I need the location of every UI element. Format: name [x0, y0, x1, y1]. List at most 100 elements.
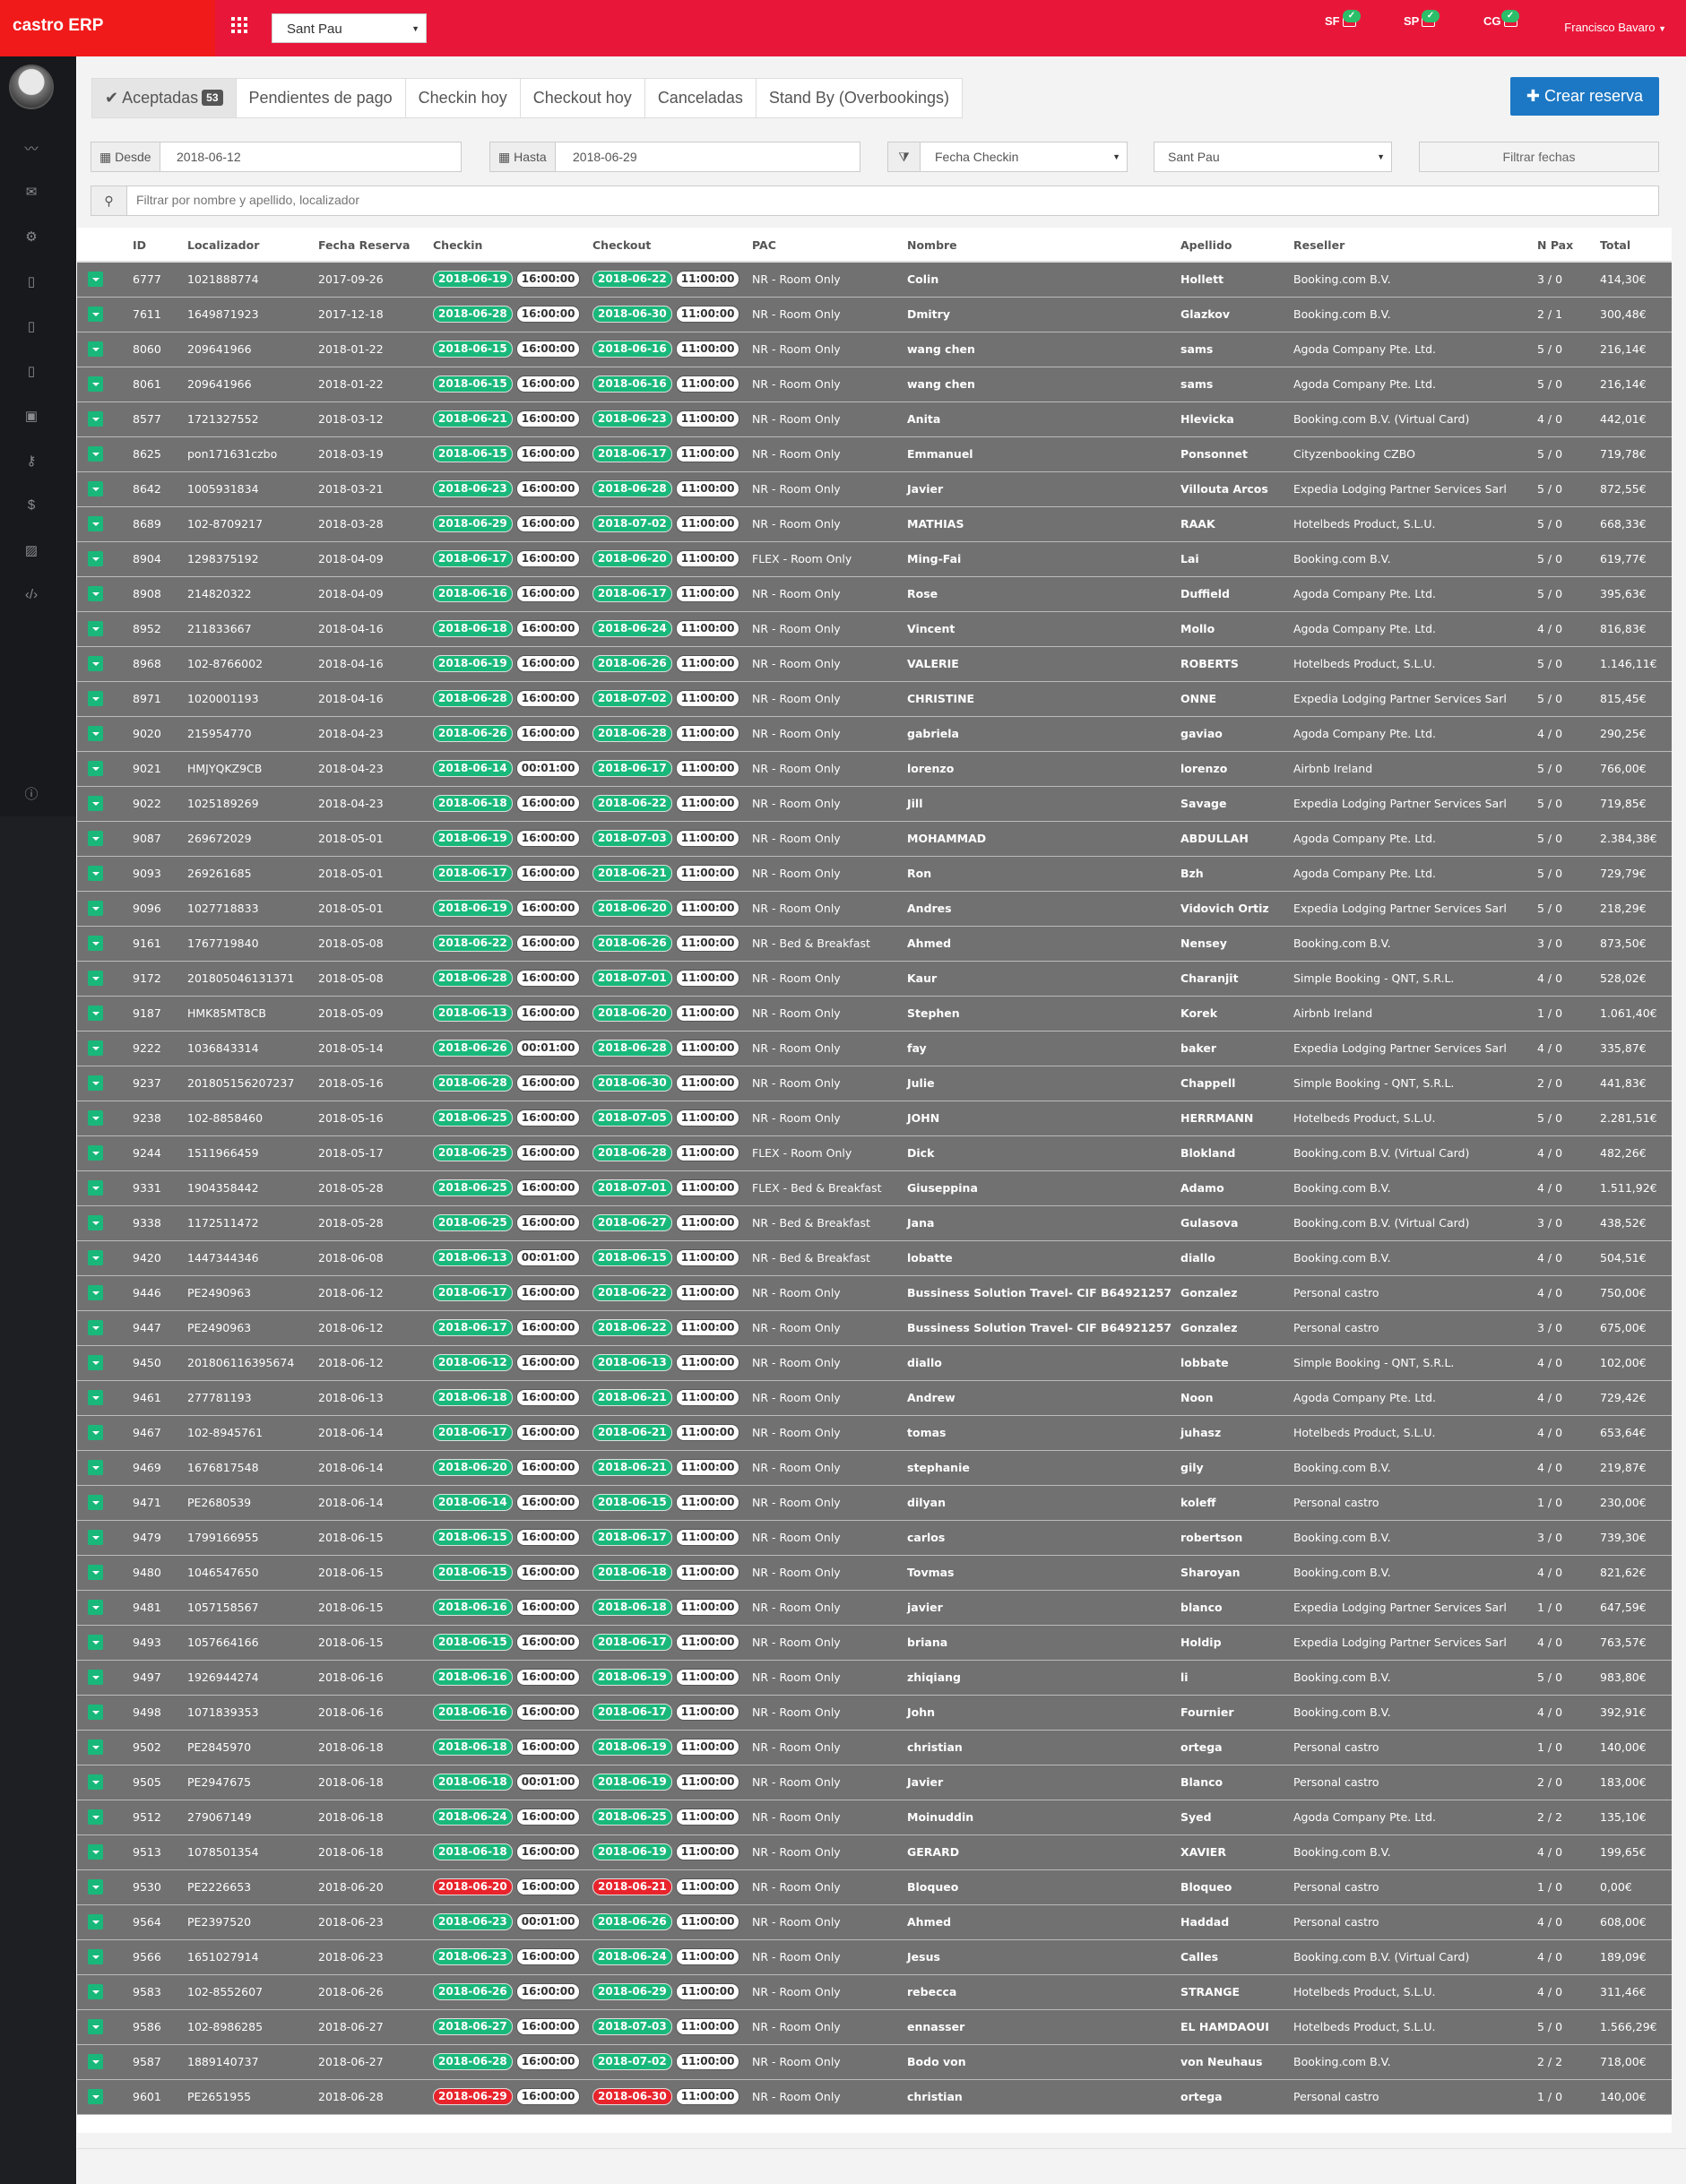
user-menu[interactable]: Francisco Bavaro ▼	[1564, 21, 1666, 34]
chevron-down-icon[interactable]	[88, 341, 103, 357]
info-icon[interactable]: ⓘ	[22, 784, 40, 803]
image-icon[interactable]: ▨	[22, 542, 40, 558]
table-row[interactable]: 9450 201806116395674 2018-06-12 2018-06-12 1…	[77, 1345, 1672, 1380]
table-row[interactable]: 9338 1172511472 2018-05-28 2018-06-25 16:00:…	[77, 1205, 1672, 1240]
table-row[interactable]: 9583 102-8552607 2018-06-26 2018-06-26 16:00…	[77, 1974, 1672, 2009]
chevron-down-icon[interactable]	[88, 1879, 103, 1895]
table-row[interactable]: 9498 1071839353 2018-06-16 2018-06-16 16:00:…	[77, 1695, 1672, 1730]
table-row[interactable]: 9420 1447344346 2018-06-08 2018-06-13 00:01:…	[77, 1240, 1672, 1275]
chevron-down-icon[interactable]	[88, 1495, 103, 1510]
column-header[interactable]: N Pax	[1530, 229, 1593, 263]
chevron-down-icon[interactable]	[88, 726, 103, 741]
table-row[interactable]: 9586 102-8986285 2018-06-27 2018-06-27 16:00…	[77, 2009, 1672, 2044]
table-row[interactable]: 9493 1057664166 2018-06-15 2018-06-15 16:00:…	[77, 1625, 1672, 1660]
tab-checkin-hoy[interactable]: Checkin hoy	[406, 79, 521, 117]
chevron-down-icon[interactable]	[88, 2054, 103, 2069]
table-row[interactable]: 9505 PE2947675 2018-06-18 2018-06-18 00:01:0…	[77, 1765, 1672, 1800]
column-header[interactable]: Checkout	[585, 229, 745, 263]
create-reservation-button[interactable]: ✚ Crear reserva	[1510, 77, 1659, 116]
chevron-down-icon[interactable]	[88, 376, 103, 392]
chevron-down-icon[interactable]	[88, 1914, 103, 1929]
chevron-down-icon[interactable]	[88, 1215, 103, 1230]
tab-pendientes-de-pago[interactable]: Pendientes de pago	[237, 79, 406, 117]
column-header[interactable]: Localizador	[180, 229, 311, 263]
property-sp[interactable]: SP ✓	[1404, 10, 1440, 41]
chevron-down-icon[interactable]	[88, 1844, 103, 1860]
table-row[interactable]: 8908 214820322 2018-04-09 2018-06-16 16:00:0…	[77, 576, 1672, 611]
table-row[interactable]: 9187 HMK85MT8CB 2018-05-09 2018-06-13 16:00:…	[77, 996, 1672, 1031]
tab-stand-by[interactable]: Stand By (Overbookings)	[757, 79, 962, 117]
chevron-down-icon[interactable]	[88, 1949, 103, 1964]
code-icon[interactable]: ‹/›	[22, 587, 40, 602]
table-row[interactable]: 9502 PE2845970 2018-06-18 2018-06-18 16:00:0…	[77, 1730, 1672, 1765]
chevron-down-icon[interactable]	[88, 1635, 103, 1650]
mail-icon[interactable]: ✉	[22, 184, 40, 200]
chevron-down-icon[interactable]	[88, 1285, 103, 1300]
column-header[interactable]: PAC	[745, 229, 900, 263]
chevron-down-icon[interactable]	[88, 1110, 103, 1126]
building-icon[interactable]: ▯	[22, 318, 40, 334]
table-row[interactable]: 8904 1298375192 2018-04-09 2018-06-17 16:00:…	[77, 541, 1672, 576]
table-row[interactable]: 9479 1799166955 2018-06-15 2018-06-15 16:00:…	[77, 1520, 1672, 1555]
table-row[interactable]: 9480 1046547650 2018-06-15 2018-06-15 16:00:…	[77, 1555, 1672, 1590]
date-from-field[interactable]: ▦ Desde 2018-06-12	[91, 142, 462, 172]
property-sf[interactable]: SF ✓	[1325, 10, 1361, 41]
chevron-down-icon[interactable]	[88, 1460, 103, 1475]
chevron-down-icon[interactable]	[88, 1774, 103, 1790]
chevron-down-icon[interactable]	[88, 691, 103, 706]
table-row[interactable]: 6777 1021888774 2017-09-26 2018-06-19 16:00:…	[77, 262, 1672, 297]
chevron-down-icon[interactable]	[88, 621, 103, 636]
table-row[interactable]: 7611 1649871923 2017-12-18 2018-06-28 16:00:…	[77, 297, 1672, 332]
chevron-down-icon[interactable]	[88, 1600, 103, 1615]
table-row[interactable]: 9021 HMJYQKZ9CB 2018-04-23 2018-06-14 00:01:…	[77, 751, 1672, 786]
table-row[interactable]: 8060 209641966 2018-01-22 2018-06-15 16:00:0…	[77, 332, 1672, 367]
chevron-down-icon[interactable]	[88, 1739, 103, 1755]
chevron-down-icon[interactable]	[88, 306, 103, 322]
tab-canceladas[interactable]: Canceladas	[645, 79, 757, 117]
filter-dates-button[interactable]: Filtrar fechas	[1419, 142, 1659, 172]
table-row[interactable]: 8968 102-8766002 2018-04-16 2018-06-19 16:00…	[77, 646, 1672, 681]
apps-grid-icon[interactable]	[231, 17, 247, 33]
chevron-down-icon[interactable]	[88, 901, 103, 916]
table-row[interactable]: 9481 1057158567 2018-06-15 2018-06-16 16:00:…	[77, 1590, 1672, 1625]
table-row[interactable]: 9447 PE2490963 2018-06-12 2018-06-17 16:00:0…	[77, 1310, 1672, 1345]
chevron-down-icon[interactable]	[88, 516, 103, 531]
table-row[interactable]: 9566 1651027914 2018-06-23 2018-06-23 16:00:…	[77, 1939, 1672, 1974]
chevron-down-icon[interactable]	[88, 411, 103, 427]
dashboard-chart-icon[interactable]: 〰	[22, 139, 40, 158]
table-row[interactable]: 9512 279067149 2018-06-18 2018-06-24 16:00:0…	[77, 1800, 1672, 1834]
chevron-down-icon[interactable]	[88, 1075, 103, 1091]
chevron-down-icon[interactable]	[88, 936, 103, 951]
chevron-down-icon[interactable]	[88, 446, 103, 462]
chevron-down-icon[interactable]	[88, 1984, 103, 1999]
table-row[interactable]: 9446 PE2490963 2018-06-12 2018-06-17 16:00:0…	[77, 1275, 1672, 1310]
hotel-filter-select[interactable]: Sant Pau ▼	[1154, 142, 1392, 172]
table-row[interactable]: 9020 215954770 2018-04-23 2018-06-26 16:00:0…	[77, 716, 1672, 751]
table-row[interactable]: 9161 1767719840 2018-05-08 2018-06-22 16:00:…	[77, 926, 1672, 961]
table-row[interactable]: 9331 1904358442 2018-05-28 2018-06-25 16:00:…	[77, 1170, 1672, 1205]
key-icon[interactable]: ⚷	[22, 453, 40, 469]
chevron-down-icon[interactable]	[88, 1670, 103, 1685]
chevron-down-icon[interactable]	[88, 586, 103, 601]
chevron-down-icon[interactable]	[88, 551, 103, 566]
table-row[interactable]: 9513 1078501354 2018-06-18 2018-06-18 16:00:…	[77, 1834, 1672, 1869]
avatar[interactable]	[9, 65, 54, 109]
chevron-down-icon[interactable]	[88, 481, 103, 496]
building-icon[interactable]: ▯	[22, 273, 40, 289]
table-row[interactable]: 9237 201805156207237 2018-05-16 2018-06-28 1…	[77, 1066, 1672, 1101]
column-header[interactable]: Checkin	[426, 229, 585, 263]
search-input[interactable]	[136, 193, 1570, 207]
table-row[interactable]: 9222 1036843314 2018-05-14 2018-06-26 00:01:…	[77, 1031, 1672, 1066]
property-cg[interactable]: CG ✓	[1483, 10, 1519, 41]
chevron-down-icon[interactable]	[88, 1320, 103, 1335]
app-brand[interactable]: castro ERP	[0, 0, 215, 56]
table-row[interactable]: 8625 pon171631czbo 2018-03-19 2018-06-15 16:…	[77, 436, 1672, 471]
chevron-down-icon[interactable]	[88, 656, 103, 671]
chevron-down-icon[interactable]	[88, 761, 103, 776]
building-icon[interactable]: ▯	[22, 363, 40, 379]
table-row[interactable]: 9530 PE2226653 2018-06-20 2018-06-20 16:00:0…	[77, 1869, 1672, 1904]
table-row[interactable]: 9172 201805046131371 2018-05-08 2018-06-28 1…	[77, 961, 1672, 996]
chevron-down-icon[interactable]	[88, 2019, 103, 2034]
chevron-down-icon[interactable]	[88, 1145, 103, 1161]
table-row[interactable]: 9093 269261685 2018-05-01 2018-06-17 16:00:0…	[77, 856, 1672, 891]
